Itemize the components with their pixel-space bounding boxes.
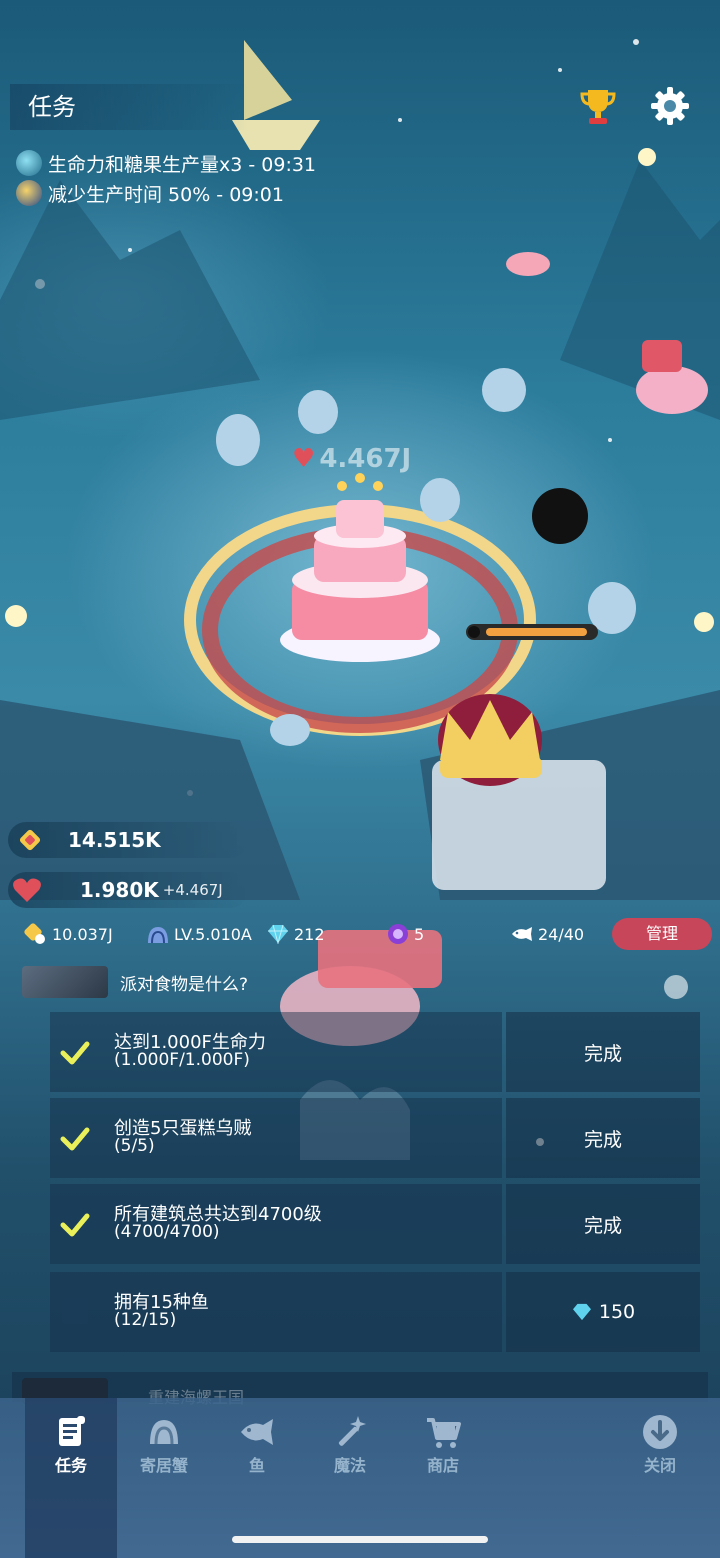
task-row: 所有建筑总共达到4700级 (4700/4700) 完成: [50, 1184, 700, 1264]
task-action-label: 完成: [583, 1214, 622, 1237]
task-complete-button[interactable]: 完成: [506, 1184, 700, 1264]
fish-buff-icon: [16, 150, 42, 176]
tab-shop[interactable]: 商店: [397, 1398, 489, 1558]
task-row: 创造5只蛋糕乌贼 (5/5) 完成: [50, 1098, 700, 1178]
tab-label: 寄居蟹: [139, 1456, 188, 1475]
magic-orb-icon: [388, 924, 408, 944]
task-info: 所有建筑总共达到4700级 (4700/4700): [50, 1184, 502, 1264]
task-complete-button[interactable]: 完成: [506, 1098, 700, 1178]
task-progress: (4700/4700): [114, 1222, 220, 1242]
settings-button[interactable]: [648, 84, 692, 128]
home-indicator[interactable]: [232, 1536, 488, 1543]
level-value: LV.5.010A: [174, 924, 252, 944]
tab-label: 魔法: [333, 1456, 366, 1475]
gem-value: 212: [294, 924, 325, 944]
tab-fish[interactable]: 鱼: [211, 1398, 303, 1558]
tab-label: 关闭: [643, 1456, 676, 1475]
check-icon: [60, 1127, 90, 1151]
magic-value: 5: [414, 924, 425, 944]
task-action-label: 完成: [583, 1042, 622, 1065]
tab-magic[interactable]: 魔法: [304, 1398, 396, 1558]
vitality-rate: +4.467J: [162, 881, 223, 899]
production-progress-bar: [466, 624, 598, 640]
stats-bar: 10.037J LV.5.010A 212 5 24/40 管理: [14, 916, 712, 952]
magic-wand-icon: [338, 1416, 366, 1446]
task-progress: (12/15): [114, 1310, 177, 1330]
check-icon: [60, 1213, 90, 1237]
task-complete-button[interactable]: 完成: [506, 1012, 700, 1092]
trophy-button[interactable]: [576, 84, 620, 128]
gem-icon: [572, 1303, 591, 1321]
active-buffs: 生命力和糖果生产量x3 - 09:31 减少生产时间 50% - 09:01: [16, 148, 316, 208]
task-reward-button[interactable]: 150: [506, 1272, 700, 1352]
tab-label: 任务: [54, 1456, 87, 1475]
quest-header: 派对食物是什么?: [22, 966, 422, 1000]
fish-icon: [512, 927, 532, 941]
top-bar: 任务: [0, 84, 720, 132]
manage-button[interactable]: 管理: [612, 918, 712, 950]
magic-stat[interactable]: 5: [386, 916, 424, 952]
page-title: 任务: [10, 84, 248, 130]
task-info: 创造5只蛋糕乌贼 (5/5): [50, 1098, 502, 1178]
gear-icon: [651, 87, 689, 125]
buff-text: 生命力和糖果生产量x3 - 09:31: [48, 153, 317, 176]
fish-value: 24/40: [538, 924, 585, 944]
buff-item: 生命力和糖果生产量x3 - 09:31: [16, 148, 316, 178]
tab-label: 商店: [426, 1456, 459, 1475]
vitality-amount: 1.980K: [80, 878, 159, 902]
gold-value: 10.037J: [52, 924, 113, 944]
trophy-icon: [580, 90, 616, 124]
level-stat[interactable]: LV.5.010A: [146, 916, 252, 952]
tab-close[interactable]: 关闭: [614, 1398, 706, 1558]
tab-hermit-crab[interactable]: 寄居蟹: [118, 1398, 210, 1558]
hermit-crab-icon: [148, 927, 168, 944]
vitality-resource: 1.980K +4.467J: [8, 872, 248, 908]
tab-tasks[interactable]: 任务: [25, 1398, 117, 1558]
gem-icon: [268, 924, 288, 944]
heart-icon: ♥: [292, 444, 316, 474]
quest-thumbnail: [22, 966, 108, 998]
scroll-icon: [59, 1416, 85, 1446]
task-row: 达到1.000F生命力 (1.000F/1.000F) 完成: [50, 1012, 700, 1092]
cart-icon: [427, 1418, 461, 1448]
check-icon: [60, 1041, 90, 1065]
clock-buff-icon: [16, 180, 42, 206]
task-info: 拥有15种鱼 (12/15): [50, 1272, 502, 1352]
candy-icon: [19, 829, 41, 851]
buff-item: 减少生产时间 50% - 09:01: [16, 178, 316, 208]
reward-amount: 150: [598, 1301, 636, 1323]
gem-stat[interactable]: 212: [266, 916, 325, 952]
heart-icon: [13, 878, 41, 902]
bottom-tab-bar: 任务 寄居蟹 鱼 魔法 商店 关闭: [0, 1398, 720, 1558]
progress-fill: [486, 628, 587, 636]
floating-vitality-value: ♥ 4.467J: [292, 444, 412, 474]
task-row: 拥有15种鱼 (12/15) 150: [50, 1272, 700, 1352]
quest-title: 派对食物是什么?: [120, 975, 249, 995]
hermit-crab-icon: [150, 1420, 178, 1445]
fish-icon: [241, 1419, 273, 1445]
candy-resource: 14.515K: [8, 822, 248, 858]
task-progress: (1.000F/1.000F): [114, 1050, 250, 1070]
candy-tap-icon: [24, 923, 45, 944]
task-progress: (5/5): [114, 1136, 155, 1156]
close-down-icon: [643, 1415, 677, 1449]
fish-stat[interactable]: 24/40: [510, 916, 584, 952]
gold-stat[interactable]: 10.037J: [22, 916, 113, 952]
tab-label: 鱼: [248, 1456, 265, 1475]
progress-knob: [468, 626, 480, 638]
unchecked-box: [62, 1298, 88, 1324]
task-info: 达到1.000F生命力 (1.000F/1.000F): [50, 1012, 502, 1092]
candy-amount: 14.515K: [68, 828, 161, 852]
buff-text: 减少生产时间 50% - 09:01: [48, 183, 284, 206]
task-action-label: 完成: [583, 1128, 622, 1151]
